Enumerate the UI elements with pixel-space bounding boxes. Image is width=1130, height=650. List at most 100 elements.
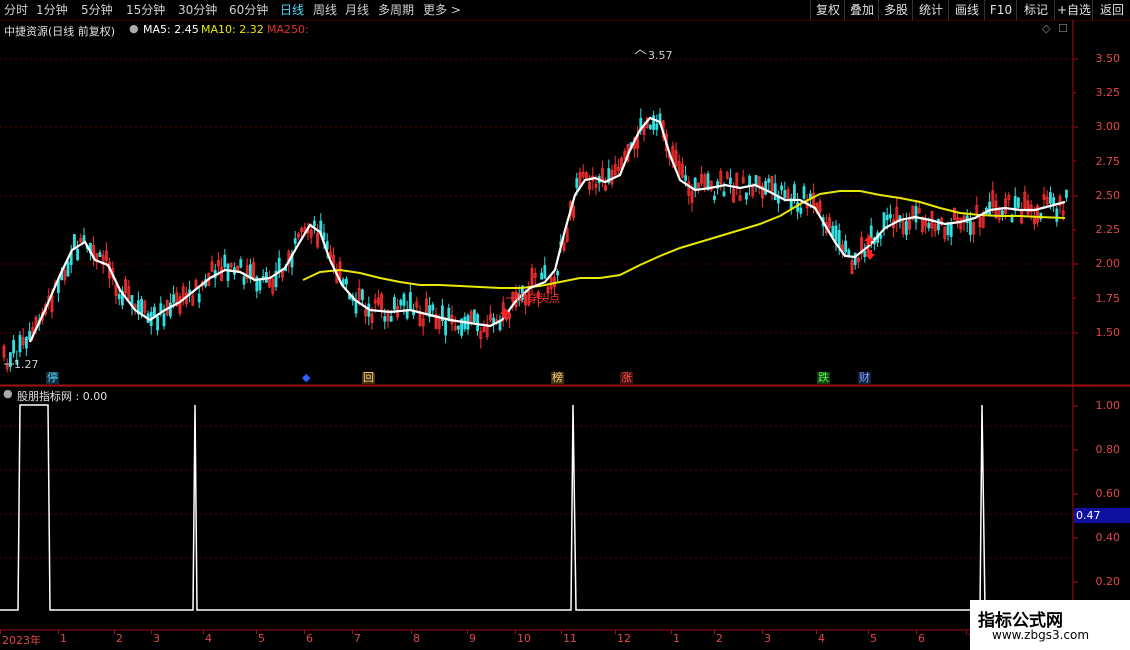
candle-body [28,331,32,340]
event-badge-finance[interactable]: 财 [858,372,871,384]
candle-body [885,215,889,221]
indicator-tick: 1.00 [1095,399,1121,412]
date-tick-mark [671,630,672,634]
toolbar: 分时 1分钟 5分钟 15分钟 30分钟 60分钟 日线 周线 月线 多周期 更… [0,0,1130,21]
date-tick: 9 [469,632,476,645]
date-tick: 4 [818,632,825,645]
candle-body [802,186,806,199]
candle-body [223,254,227,268]
candle-body [312,220,316,227]
candle-body [408,292,412,310]
date-tick: 6 [918,632,925,645]
tab-60min[interactable]: 60分钟 [229,1,268,18]
candle-body [748,175,751,187]
event-badge-buyback[interactable]: 回 [362,372,375,384]
candle-body [655,123,659,130]
candle-body [834,225,838,242]
tab-multi-period[interactable]: 多周期 [378,1,414,18]
restore-button[interactable]: 复权 [810,0,845,20]
tab-timeshare[interactable]: 分时 [4,1,28,18]
tab-1min[interactable]: 1分钟 [36,1,68,18]
overlay-button[interactable]: 叠加 [844,0,879,20]
high-price-label: 3.57 [648,49,673,62]
event-badge-diamond[interactable]: ◆ [301,372,311,384]
indicator-settings-icon[interactable]: ● [3,387,13,400]
candle-body [242,276,246,285]
candle-body [1017,197,1020,208]
candle-body [988,201,991,215]
candle-body [837,230,841,248]
tab-30min[interactable]: 30分钟 [178,1,217,18]
multi-stock-button[interactable]: 多股 [878,0,913,20]
date-tick-mark [714,630,715,634]
candle-body [293,238,297,244]
date-tick-mark [467,630,468,634]
tab-5min[interactable]: 5分钟 [81,1,113,18]
candle-body [764,181,767,195]
watermark-logo: 指标公式网 www.zbgs3.com [970,600,1130,650]
candle-body [172,294,176,303]
event-badge-list[interactable]: 榜 [551,372,564,384]
indicator-tick: 0.40 [1095,531,1121,544]
candle-body [389,316,393,322]
candle-body [12,340,16,354]
price-tick: 1.75 [1095,292,1121,305]
date-tick: 3 [153,632,160,645]
mark-button[interactable]: 标记 [1016,0,1055,20]
candle-body [847,249,851,256]
candle-body [162,313,166,327]
window-toggle-icon[interactable]: ☐ [1058,22,1068,35]
kline-chart[interactable] [0,20,1130,650]
price-tick: 3.00 [1095,120,1121,133]
diamond-icon[interactable]: ◇ [1042,22,1050,35]
candle-body [140,298,144,315]
candle-body [117,294,121,300]
candle-body [159,303,163,312]
date-tick: 11 [563,632,577,645]
tab-more[interactable]: 更多 > [423,1,461,18]
stats-button[interactable]: 统计 [912,0,949,20]
candle-body [354,301,358,314]
stock-title: 中捷资源(日线 前复权) [4,25,116,38]
date-tick-mark [515,630,516,634]
date-tick: 5 [258,632,265,645]
tab-daily[interactable]: 日线 [280,1,304,18]
candle-body [156,316,160,331]
date-tick: 7 [354,632,361,645]
event-badge-fall[interactable]: 跌 [817,372,830,384]
event-badge-rise[interactable]: 涨 [620,372,633,384]
indicator-title: 股朋指标网 : 0.00 [17,390,108,403]
candle-body [540,272,543,280]
tab-weekly[interactable]: 周线 [313,1,337,18]
add-watchlist-button[interactable]: +自选 [1054,0,1093,20]
date-tick: 2023年 [2,634,41,647]
candle-body [853,252,857,265]
candle-body [937,218,940,231]
date-tick: 1 [60,632,67,645]
candle-body [722,191,726,197]
f10-button[interactable]: F10 [984,0,1017,20]
candle-body [713,195,716,201]
date-tick-mark [411,630,412,634]
candle-body [197,293,201,303]
tab-monthly[interactable]: 月线 [345,1,369,18]
date-tick: 5 [870,632,877,645]
candle-body [168,302,172,317]
candle-body [729,177,732,185]
indicator-tick: 0.20 [1095,575,1121,588]
back-button[interactable]: 返回 [1092,0,1130,20]
draw-button[interactable]: 画线 [948,0,985,20]
date-tick: 10 [517,632,531,645]
candle-body [745,192,748,200]
date-tick-mark [816,630,817,634]
candle-body [575,178,579,188]
tab-15min[interactable]: 15分钟 [126,1,165,18]
event-badge-halt[interactable]: 停 [46,372,59,384]
candle-body [889,213,892,219]
pattern-annotation: 一阳穿头点 [505,292,560,305]
settings-circle-icon[interactable]: ● [129,22,139,35]
candle-body [799,207,803,214]
candle-body [456,325,460,330]
indicator-current-value: 0.47 [1074,508,1130,523]
candle-body [684,175,687,181]
